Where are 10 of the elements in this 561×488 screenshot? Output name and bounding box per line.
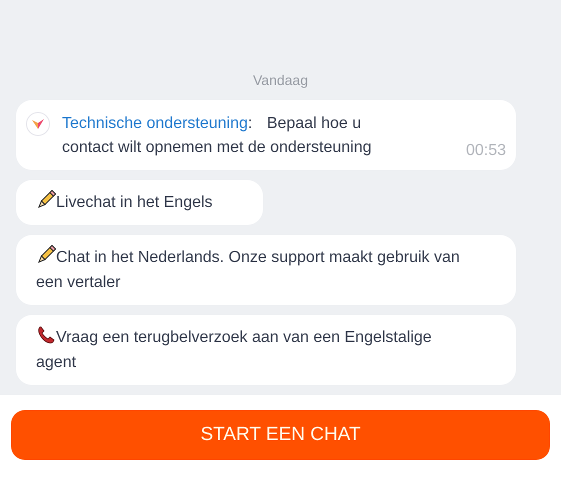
pencil-icon <box>36 190 56 210</box>
option-button[interactable]: Vraag een terugbelverzoek aan van een Engelstalige agent <box>16 315 516 385</box>
message-text: Technische ondersteuning: Bepaal hoe u contact wilt opnemen met de ondersteuning <box>62 114 373 158</box>
message-time: 00:53 <box>466 142 506 160</box>
date-separator: Vandaag <box>252 72 308 88</box>
option-button[interactable]: Livechat in het Engels <box>16 180 263 225</box>
logo-icon <box>26 112 50 136</box>
pencil-icon <box>36 245 56 265</box>
option-button[interactable]: Chat in het Nederlands. Onze support maakt gebruik van een vertaler <box>16 235 516 305</box>
phone-icon <box>36 325 56 345</box>
